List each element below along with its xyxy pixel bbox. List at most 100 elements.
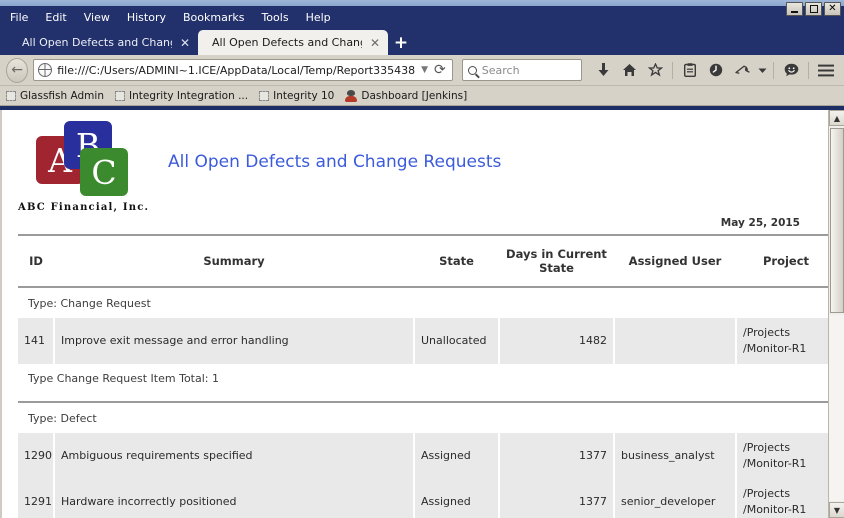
menu-item-edit[interactable]: Edit [43,10,68,25]
report-title: All Open Defects and Change Requests [150,114,501,172]
bookmark-label: Glassfish Admin [20,90,104,102]
back-button[interactable]: ← [6,58,28,83]
scrollbar-track[interactable] [829,315,844,501]
cell-state: Unallocated [414,318,499,364]
generic-page-icon [115,91,125,101]
cell-project-line-2: /Monitor-R1 [743,341,828,357]
table-body: Type: Change Request 141 Improve exit me… [18,287,828,518]
cell-days: 1377 [499,433,614,479]
menu-item-help[interactable]: Help [304,10,333,25]
window-controls: ✕ [786,2,841,16]
search-icon [468,66,477,75]
cell-project-line-1: /Projects [743,325,828,341]
report-table: ID Summary State Days in Current State A… [18,234,828,518]
cell-assigned-user: business_analyst [614,433,736,479]
menu-item-history[interactable]: History [125,10,168,25]
menu-hamburger-icon[interactable] [814,58,838,82]
menu-item-view[interactable]: View [82,10,112,25]
bookmark-dashboard-jenkins[interactable]: Dashboard [Jenkins] [345,90,467,102]
cell-project-line-1: /Projects [743,486,828,502]
column-header-days-in-current-state: Days in Current State [499,235,614,287]
bookmark-label: Integrity Integration ... [129,90,248,102]
library-icon[interactable] [678,58,702,82]
table-row[interactable]: 141 Improve exit message and error handl… [18,318,828,364]
scrollbar-thumb[interactable] [830,128,844,313]
column-header-assigned-user: Assigned User [614,235,736,287]
bookmark-label: Integrity 10 [273,90,334,102]
url-text: file:///C:/Users/ADMINI~1.ICE/AppData/Lo… [57,64,415,77]
menu-item-bookmarks[interactable]: Bookmarks [181,10,246,25]
home-icon[interactable] [617,58,641,82]
toolbar-separator [672,62,673,79]
group-total-row: Type Change Request Item Total: 1 [18,364,828,393]
cell-project: /Projects /Monitor-R1 [736,479,828,518]
navigation-toolbar: ← file:///C:/Users/ADMINI~1.ICE/AppData/… [0,55,844,86]
group-header-row: Type: Change Request [18,287,828,318]
browser-window: ✕ File Edit View History Bookmarks Tools… [0,0,844,518]
menu-item-file[interactable]: File [8,10,30,25]
bookmark-integrity-10[interactable]: Integrity 10 [259,90,334,102]
table-header-row: ID Summary State Days in Current State A… [18,235,828,287]
table-row[interactable]: 1291 Hardware incorrectly positioned Ass… [18,479,828,518]
group-header-label: Type: Defect [18,402,828,433]
new-tab-button[interactable]: + [388,30,414,55]
group-total-label: Type Change Request Item Total: 1 [18,364,828,393]
download-icon[interactable] [591,58,615,82]
url-dropdown-icon[interactable]: ▼ [421,65,428,75]
column-header-id: ID [18,235,54,287]
cell-project-line-2: /Monitor-R1 [743,502,828,518]
page-viewport: A B C ABC Financial, Inc. All Open Defec… [0,110,844,518]
scroll-up-arrow-icon[interactable]: ▲ [829,110,844,126]
column-header-summary: Summary [54,235,414,287]
report-date: May 25, 2015 [18,213,804,234]
cell-assigned-user: senior_developer [614,479,736,518]
bookmark-integrity-integration[interactable]: Integrity Integration ... [115,90,248,102]
bookmark-label: Dashboard [Jenkins] [361,90,467,102]
group-separator [18,393,828,402]
page-scrollbar[interactable]: ▲ ▼ [828,110,844,518]
cell-summary: Hardware incorrectly positioned [54,479,414,518]
cell-summary: Ambiguous requirements specified [54,433,414,479]
logo-blocks: A B C [18,120,130,196]
report-header: A B C ABC Financial, Inc. All Open Defec… [18,114,804,213]
tab-0[interactable]: All Open Defects and Change Req... ✕ [8,30,198,55]
cell-project: /Projects /Monitor-R1 [736,318,828,364]
maximize-button[interactable] [805,2,822,16]
cell-state: Assigned [414,479,499,518]
search-input[interactable]: Search [462,59,582,81]
tab-1[interactable]: All Open Defects and Change Req... ✕ [198,30,388,55]
search-placeholder: Search [482,64,520,77]
bookmark-star-icon[interactable] [643,58,667,82]
menu-item-tools[interactable]: Tools [259,10,290,25]
tab-0-label: All Open Defects and Change Req... [22,36,172,49]
minimize-button[interactable] [786,2,803,16]
url-bar[interactable]: file:///C:/Users/ADMINI~1.ICE/AppData/Lo… [33,59,453,81]
cell-id: 141 [18,318,54,364]
bookmarks-bar: Glassfish Admin Integrity Integration ..… [0,86,844,106]
toolbar-icons [591,58,838,82]
dropdown-icon[interactable] [756,58,768,82]
tab-strip: All Open Defects and Change Req... ✕ All… [0,28,844,55]
page-content: A B C ABC Financial, Inc. All Open Defec… [0,110,828,518]
toolbar-separator-3 [808,62,809,79]
globe-icon [38,63,52,77]
history-icon[interactable] [704,58,728,82]
reload-icon[interactable]: ⟳ [434,62,446,78]
table-row[interactable]: 1290 Ambiguous requirements specified As… [18,433,828,479]
close-button[interactable]: ✕ [824,2,841,16]
bookmark-glassfish-admin[interactable]: Glassfish Admin [6,90,104,102]
feedback-icon[interactable] [779,58,803,82]
group-header-label: Type: Change Request [18,287,828,318]
logo-block-c: C [80,148,128,196]
column-header-project: Project [736,235,828,287]
jenkins-butler-icon [345,90,357,102]
tab-1-label: All Open Defects and Change Req... [212,36,362,49]
tab-0-close-icon[interactable]: ✕ [180,36,190,50]
group-header-row: Type: Defect [18,402,828,433]
scroll-down-arrow-icon[interactable]: ▼ [829,502,844,518]
tab-1-close-icon[interactable]: ✕ [370,36,380,50]
cell-assigned-user [614,318,736,364]
cell-id: 1291 [18,479,54,518]
sync-icon[interactable] [730,58,754,82]
cell-state: Assigned [414,433,499,479]
